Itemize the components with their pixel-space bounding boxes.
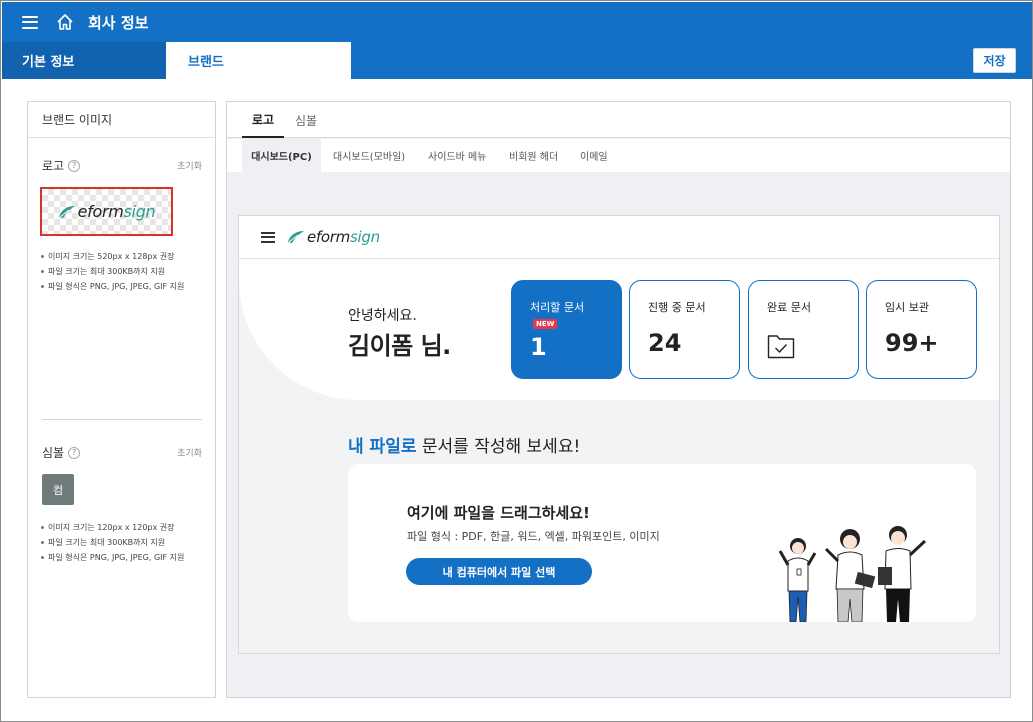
- logo-notes: 이미지 크기는 520px x 128px 권장 파일 크기는 최대 300KB…: [40, 249, 184, 294]
- tab-logo[interactable]: 로고: [242, 102, 284, 138]
- logo-label: 로고: [42, 159, 65, 173]
- symbol-section-title: 심볼 ?: [42, 444, 81, 461]
- file-dropzone[interactable]: 여기에 파일을 드래그하세요! 파일 형식 : PDF, 한글, 워드, 엑셀,…: [348, 464, 976, 622]
- card-completed[interactable]: 완료 문서: [748, 280, 859, 379]
- list-item: 이미지 크기는 120px x 120px 권장: [40, 520, 184, 535]
- card-value: 24: [648, 329, 682, 357]
- tab-symbol[interactable]: 심볼: [295, 102, 317, 138]
- symbol-notes: 이미지 크기는 120px x 120px 권장 파일 크기는 최대 300KB…: [40, 520, 184, 565]
- list-item: 파일 형식은 PNG, JPG, JPEG, GIF 지원: [40, 279, 184, 294]
- menu-icon: [261, 231, 275, 243]
- symbol-upload-box[interactable]: 컴: [42, 474, 74, 505]
- page-title: 회사 정보: [88, 13, 149, 32]
- logo-text-prefix: eform: [77, 202, 124, 221]
- dropzone-title: 여기에 파일을 드래그하세요!: [407, 504, 590, 522]
- home-icon[interactable]: [56, 13, 74, 31]
- subtab-guest-header[interactable]: 비회원 헤더: [509, 139, 558, 172]
- upload-title-highlight: 내 파일로: [348, 437, 417, 457]
- card-label: 진행 중 문서: [648, 301, 706, 314]
- list-item: 이미지 크기는 520px x 128px 권장: [40, 249, 184, 264]
- card-value: 99+: [885, 329, 939, 357]
- subtab-dashboard-mobile[interactable]: 대시보드(모바일): [333, 139, 405, 172]
- card-value: 1: [530, 333, 547, 361]
- preview-panel: 로고 심볼 대시보드(PC) 대시보드(모바일) 사이드바 메뉴 비회원 헤더 …: [226, 101, 1011, 698]
- card-temporary[interactable]: 임시 보관 99+: [866, 280, 977, 379]
- upload-title: 내 파일로 문서를 작성해 보세요!: [348, 432, 580, 457]
- logo-section-header: 로고 ? 초기화: [42, 157, 202, 174]
- menu-icon[interactable]: [22, 15, 38, 29]
- brand-image-panel: 브랜드 이미지 로고 ? 초기화 eformsign 이미지 크기는 520px…: [27, 101, 216, 698]
- card-label: 처리할 문서: [530, 301, 585, 314]
- card-in-progress[interactable]: 진행 중 문서 24: [629, 280, 740, 379]
- tab-bar: 기본 정보 브랜드 저장: [2, 42, 1032, 79]
- leaf-icon: [58, 205, 75, 218]
- greeting-text: 안녕하세요.: [348, 308, 417, 324]
- app-header: 회사 정보: [2, 2, 1032, 42]
- preview-tabs: 로고 심볼: [227, 102, 1010, 138]
- list-item: 파일 크기는 최대 300KB까지 지원: [40, 535, 184, 550]
- leaf-icon: [288, 231, 304, 243]
- card-label: 임시 보관: [885, 301, 929, 314]
- card-label: 완료 문서: [767, 301, 811, 314]
- symbol-reset-button[interactable]: 초기화: [177, 446, 202, 459]
- eformsign-logo: eformsign: [287, 228, 380, 246]
- tab-brand[interactable]: 브랜드: [166, 42, 351, 79]
- subtab-sidebar-menu[interactable]: 사이드바 메뉴: [428, 139, 486, 172]
- user-name: 김이폼 님.: [348, 332, 451, 360]
- preview-header: eformsign: [239, 216, 999, 259]
- list-item: 파일 형식은 PNG, JPG, JPEG, GIF 지원: [40, 550, 184, 565]
- subtab-dashboard-pc[interactable]: 대시보드(PC): [242, 139, 321, 172]
- logo-text-suffix: sign: [123, 202, 156, 221]
- save-button[interactable]: 저장: [973, 48, 1016, 73]
- window-frame: 회사 정보 기본 정보 브랜드 저장 브랜드 이미지 로고 ? 초기화 efor…: [0, 0, 1033, 722]
- folder-check-icon: [767, 335, 795, 359]
- tab-basic-info[interactable]: 기본 정보: [2, 42, 166, 79]
- help-icon[interactable]: ?: [68, 159, 81, 172]
- symbol-label: 심볼: [42, 446, 65, 460]
- select-file-button[interactable]: 내 컴퓨터에서 파일 선택: [406, 558, 592, 585]
- panel-title: 브랜드 이미지: [28, 102, 215, 138]
- logo-upload-box[interactable]: eformsign: [40, 187, 173, 236]
- card-to-process[interactable]: 처리할 문서 NEW 1: [511, 280, 622, 379]
- upload-title-rest: 문서를 작성해 보세요!: [416, 437, 581, 457]
- logo-text-prefix: eform: [307, 228, 350, 246]
- dashboard-preview: eformsign 안녕하세요. 김이폼 님. 처리할 문서 NEW 1 진행 …: [238, 215, 1000, 654]
- subtab-email[interactable]: 이메일: [580, 139, 608, 172]
- list-item: 파일 크기는 최대 300KB까지 지원: [40, 264, 184, 279]
- people-illustration-icon: [778, 526, 927, 622]
- logo-reset-button[interactable]: 초기화: [177, 159, 202, 172]
- symbol-section-header: 심볼 ? 초기화: [42, 444, 202, 461]
- help-icon[interactable]: ?: [68, 446, 81, 459]
- new-badge: NEW: [533, 319, 558, 329]
- logo-section-title: 로고 ?: [42, 157, 81, 174]
- logo-text-suffix: sign: [349, 228, 380, 246]
- divider: [42, 419, 202, 420]
- preview-subtabs: 대시보드(PC) 대시보드(모바일) 사이드바 메뉴 비회원 헤더 이메일: [227, 139, 1010, 172]
- eformsign-logo: eformsign: [58, 202, 156, 221]
- dropzone-subtitle: 파일 형식 : PDF, 한글, 워드, 엑셀, 파워포인트, 이미지: [407, 530, 660, 543]
